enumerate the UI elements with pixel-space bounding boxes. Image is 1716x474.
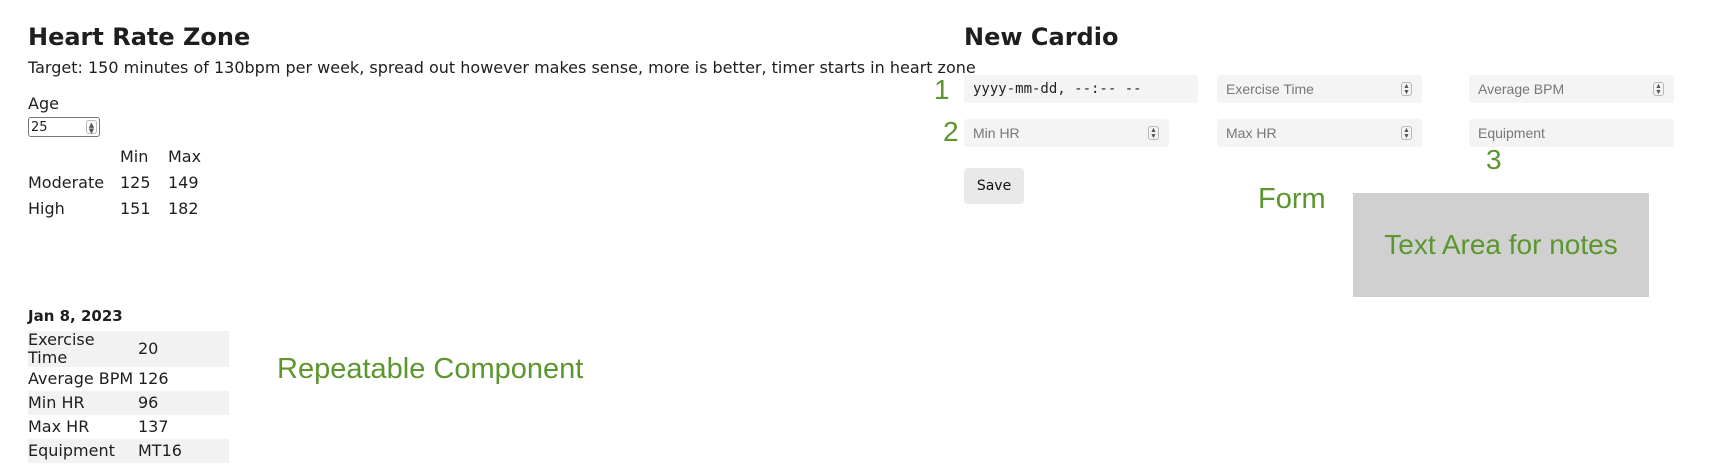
table-header-row: Min Max	[28, 143, 216, 169]
entry-value: MT16	[138, 439, 229, 463]
table-header: Min	[120, 146, 149, 166]
date-time-input[interactable]: yyyy-mm-dd, --:-- --	[964, 75, 1198, 103]
form-annotation: Form	[1258, 183, 1326, 215]
table-row: Max HR 137	[28, 415, 229, 439]
entry-label: Average BPM	[28, 369, 134, 388]
table-row: Equipment MT16	[28, 439, 229, 463]
notes-textarea-placeholder[interactable]: Text Area for notes	[1353, 193, 1649, 297]
exercise-time-placeholder: Exercise Time	[1226, 81, 1314, 97]
table-header	[28, 143, 120, 169]
stepper-icon[interactable]: ▲ ▼	[1401, 82, 1412, 96]
entry-label: Equipment	[28, 439, 138, 463]
zone-name: High	[28, 198, 65, 218]
entry-value: 20	[138, 331, 229, 367]
target-description: Target: 150 minutes of 130bpm per week, …	[28, 58, 976, 77]
entry-label: Exercise Time	[28, 331, 138, 367]
age-label: Age	[28, 94, 59, 113]
date-placeholder: yyyy-mm-dd, --:-- --	[973, 81, 1142, 97]
age-input[interactable]: 25 ▲ ▼	[28, 117, 100, 137]
equipment-input[interactable]: Equipment	[1469, 119, 1674, 147]
zone-name: Moderate	[28, 172, 105, 192]
repeatable-component-annotation: Repeatable Component	[277, 353, 584, 385]
min-hr-input[interactable]: Min HR ▲ ▼	[964, 119, 1169, 147]
heart-zone-table: Min Max Moderate 125 149 High 151 182	[28, 143, 216, 221]
table-row: Exercise Time 20	[28, 331, 229, 367]
table-header: Max	[168, 146, 202, 166]
table-row: Average BPM 126	[28, 367, 229, 391]
table-row: High 151 182	[28, 195, 216, 221]
stepper-icon[interactable]: ▲ ▼	[1148, 126, 1159, 140]
equipment-placeholder: Equipment	[1478, 125, 1545, 141]
save-button[interactable]: Save	[964, 168, 1024, 204]
new-cardio-title: New Cardio	[964, 23, 1119, 51]
entry-date: Jan 8, 2023	[28, 307, 123, 325]
heart-rate-zone-title: Heart Rate Zone	[28, 23, 251, 51]
cardio-entry-table: Exercise Time 20 Average BPM 126 Min HR …	[28, 331, 229, 463]
entry-value: 137	[138, 417, 169, 436]
zone-max: 182	[168, 198, 199, 218]
annotation-number-3: 3	[1486, 144, 1502, 175]
age-value: 25	[31, 119, 48, 135]
entry-value: 126	[138, 369, 169, 388]
annotation-number-1: 1	[934, 74, 950, 105]
stepper-icon[interactable]: ▲ ▼	[1401, 126, 1412, 140]
min-hr-placeholder: Min HR	[973, 125, 1020, 141]
notes-annotation: Text Area for notes	[1384, 229, 1618, 260]
stepper-icon[interactable]: ▲ ▼	[1653, 82, 1664, 96]
max-hr-placeholder: Max HR	[1226, 125, 1277, 141]
entry-value: 96	[138, 391, 229, 415]
entry-label: Max HR	[28, 417, 90, 436]
zone-min: 151	[120, 198, 151, 218]
stepper-icon[interactable]: ▲ ▼	[86, 120, 97, 135]
average-bpm-input[interactable]: Average BPM ▲ ▼	[1469, 75, 1674, 103]
annotation-number-2: 2	[943, 116, 959, 147]
max-hr-input[interactable]: Max HR ▲ ▼	[1217, 119, 1422, 147]
exercise-time-input[interactable]: Exercise Time ▲ ▼	[1217, 75, 1422, 103]
zone-min: 125	[120, 172, 151, 192]
table-row: Moderate 125 149	[28, 169, 216, 195]
table-row: Min HR 96	[28, 391, 229, 415]
entry-label: Min HR	[28, 391, 138, 415]
zone-max: 149	[168, 172, 199, 192]
average-bpm-placeholder: Average BPM	[1478, 81, 1565, 97]
